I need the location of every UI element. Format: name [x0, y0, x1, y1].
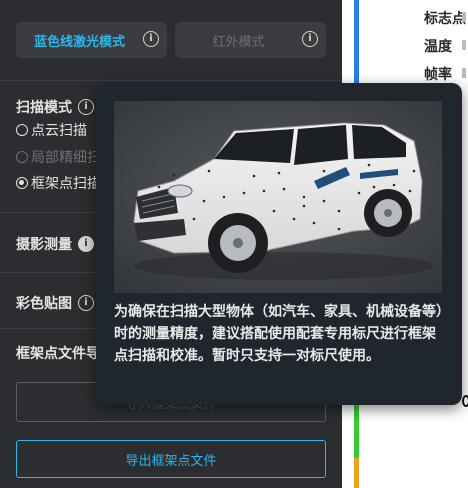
- slider-handle[interactable]: [462, 395, 468, 407]
- color-texture-title: 彩色贴图 i: [16, 293, 94, 313]
- stat-value-indicator: [462, 12, 466, 22]
- status-bar-orange: [354, 458, 359, 488]
- radio-icon[interactable]: [16, 124, 28, 136]
- stat-value-indicator: [462, 68, 466, 78]
- tooltip-popover: 为确保在扫描大型物体（如汽车、家具、机械设备等）时的测量精度，建议搭配使用配套专…: [96, 83, 462, 405]
- stat-marker-points-label: 标志点: [424, 11, 466, 27]
- scan-mode-title-text: 扫描模式: [16, 100, 72, 116]
- divider: [0, 80, 342, 81]
- radio-point-cloud-scan[interactable]: 点云扫描: [16, 120, 87, 140]
- color-texture-title-text: 彩色贴图: [16, 296, 72, 312]
- stat-temperature-label: 温度: [424, 39, 452, 55]
- scan-mode-title: 扫描模式 i: [16, 97, 94, 117]
- blue-laser-mode-button[interactable]: 蓝色线激光模式 i: [16, 22, 167, 58]
- photogrammetry-title: 摄影测量 i: [16, 234, 94, 254]
- info-icon[interactable]: i: [78, 99, 94, 115]
- stat-value-indicator: [462, 40, 466, 50]
- photogrammetry-title-text: 摄影测量: [16, 237, 72, 253]
- export-frame-file-label: 导出框架点文件: [125, 453, 217, 469]
- blue-laser-mode-label: 蓝色线激光模式: [33, 34, 125, 50]
- info-icon[interactable]: i: [78, 295, 94, 311]
- radio-checked-icon[interactable]: [16, 177, 28, 189]
- option-label: 框架点扫描: [31, 176, 101, 192]
- info-icon[interactable]: i: [78, 236, 94, 252]
- info-icon[interactable]: i: [302, 31, 318, 47]
- infrared-mode-label: 红外模式: [212, 34, 265, 50]
- export-frame-file-button[interactable]: 导出框架点文件: [16, 440, 326, 478]
- option-label: 点云扫描: [31, 123, 87, 139]
- info-icon[interactable]: i: [143, 31, 159, 47]
- tooltip-car-image: [114, 101, 442, 293]
- tooltip-text: 为确保在扫描大型物体（如汽车、家具、机械设备等）时的测量精度，建议搭配使用配套专…: [114, 304, 443, 364]
- stat-frame-rate-label: 帧率: [424, 67, 452, 83]
- jeep-illustration: [114, 101, 442, 293]
- radio-frame-point-scan[interactable]: 框架点扫描: [16, 173, 101, 193]
- radio-icon[interactable]: [16, 151, 28, 163]
- infrared-mode-button[interactable]: 红外模式 i: [175, 22, 326, 58]
